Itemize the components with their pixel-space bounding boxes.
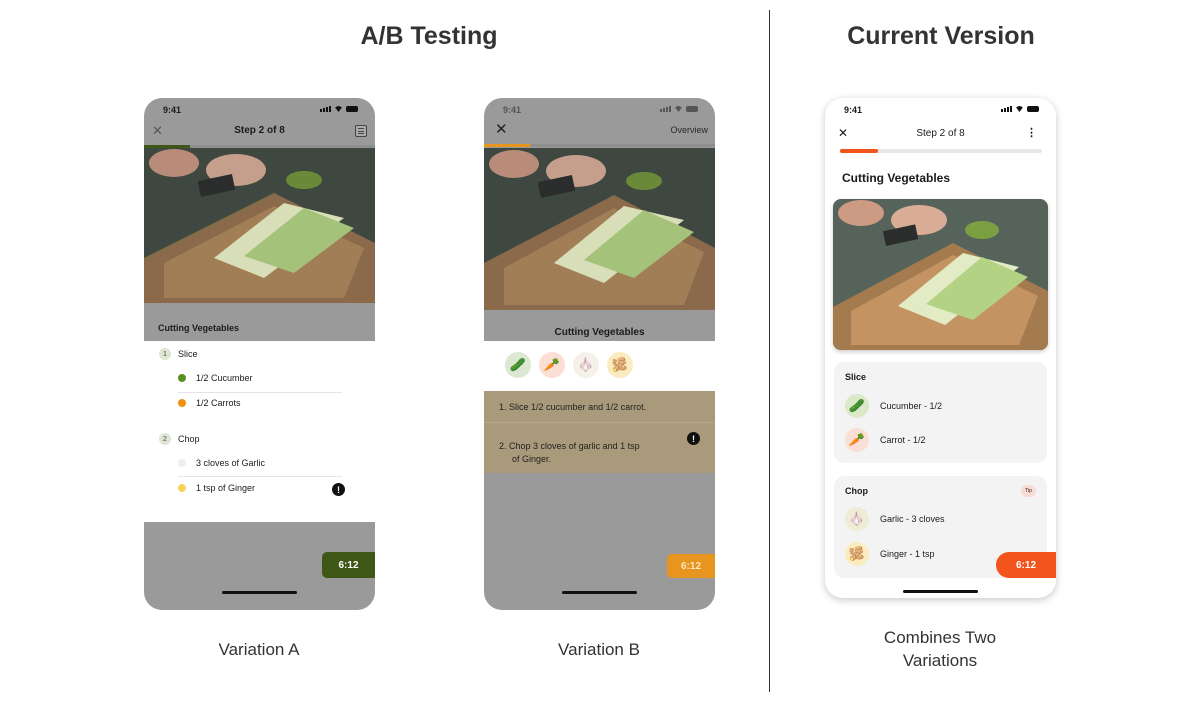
timer-button[interactable]: 6:12 <box>322 552 375 578</box>
timer-button[interactable]: 6:12 <box>667 554 715 578</box>
instruction-number: 2. <box>499 441 507 451</box>
status-bar: 9:41 <box>484 98 715 120</box>
wifi-icon <box>1015 106 1024 112</box>
carrot-icon[interactable]: 🥕 <box>539 352 565 378</box>
close-icon[interactable]: ✕ <box>495 120 508 138</box>
variation-b-phone: 9:41 ✕ Overview Cutting Vegetables 🥒 🥕 🧄 <box>484 98 715 610</box>
status-time: 9:41 <box>844 105 863 115</box>
garlic-icon: 🧄 <box>845 507 869 531</box>
progress-fill <box>484 144 531 147</box>
tip-alert-icon[interactable]: ! <box>687 432 700 445</box>
battery-icon <box>346 106 358 112</box>
item-label: Cucumber - 1/2 <box>880 401 943 411</box>
ingredient-strip: 🥒 🥕 🧄 🫚 <box>484 341 715 391</box>
overview-link[interactable]: Overview <box>670 125 708 135</box>
ab-testing-heading: A/B Testing <box>360 22 498 50</box>
item-divider <box>178 392 342 393</box>
signal-icon <box>660 106 671 112</box>
instruction-1[interactable]: 1. Slice 1/2 cucumber and 1/2 carrot. <box>499 402 646 412</box>
list-item[interactable]: 🥕 Carrot - 1/2 <box>845 428 926 452</box>
item-label: Ginger - 1 tsp <box>880 549 935 559</box>
instruction-divider <box>484 422 715 423</box>
current-caption-line1: Combines Two <box>883 628 997 647</box>
timer-button[interactable]: 6:12 <box>996 552 1056 578</box>
cucumber-icon[interactable]: 🥒 <box>505 352 531 378</box>
tip-alert-icon[interactable]: ! <box>332 483 345 496</box>
ginger-icon: 🫚 <box>845 542 869 566</box>
step-number: 2 <box>159 433 171 445</box>
step-label: Slice <box>178 349 198 359</box>
list-item[interactable]: 1/2 Carrots <box>178 398 241 408</box>
card-title: Slice <box>845 372 867 382</box>
progress-track <box>484 144 715 147</box>
home-indicator <box>562 591 637 594</box>
cutting-vegetables-photo <box>484 148 715 310</box>
signal-icon <box>320 106 331 112</box>
list-view-icon[interactable] <box>355 125 367 137</box>
cutting-vegetables-photo <box>144 148 375 303</box>
home-indicator <box>222 591 297 594</box>
ginger-icon[interactable]: 🫚 <box>607 352 633 378</box>
cucumber-dot <box>178 374 186 382</box>
carrot-dot <box>178 399 186 407</box>
wifi-icon <box>334 106 343 112</box>
list-item[interactable]: 🧄 Garlic - 3 cloves <box>845 507 945 531</box>
step-title: Step 2 of 8 <box>916 128 965 139</box>
status-bar: 9:41 <box>825 98 1056 120</box>
signal-icon <box>1001 106 1012 112</box>
tip-badge[interactable]: Tip <box>1021 485 1036 497</box>
step-title: Step 2 of 8 <box>234 125 285 136</box>
list-item[interactable]: 3 cloves of Garlic <box>178 458 265 468</box>
step-slice: 1 Slice <box>159 348 198 360</box>
cucumber-icon: 🥒 <box>845 394 869 418</box>
current-caption-line2: Variations <box>902 651 978 670</box>
card-title: Chop <box>845 486 868 496</box>
list-item[interactable]: 1 tsp of Ginger <box>178 483 255 493</box>
section-title: Cutting Vegetables <box>158 323 240 333</box>
battery-icon <box>686 106 698 112</box>
list-item[interactable]: 🥒 Cucumber - 1/2 <box>845 394 942 418</box>
section-divider <box>769 10 770 692</box>
instruction-text-line2: of Ginger. <box>512 454 552 464</box>
section-title: Cutting Vegetables <box>554 327 645 338</box>
item-label: Garlic - 3 cloves <box>880 514 945 524</box>
instruction-text: Chop 3 cloves of garlic and 1 tsp <box>509 441 640 451</box>
slice-card: Slice 🥒 Cucumber - 1/2 🥕 Carrot - 1/2 <box>834 362 1047 463</box>
item-label: 1/2 Carrots <box>196 398 241 408</box>
item-label: 1/2 Cucumber <box>196 373 253 383</box>
item-label: Carrot - 1/2 <box>880 435 926 445</box>
instruction-panel: 1. Slice 1/2 cucumber and 1/2 carrot. 2.… <box>484 391 715 473</box>
progress-fill <box>840 149 879 153</box>
carrot-icon: 🥕 <box>845 428 869 452</box>
variation-a-phone: 9:41 ✕ Step 2 of 8 Cutting Vegetables 1 … <box>144 98 375 610</box>
step-label: Chop <box>178 434 200 444</box>
current-version-heading: Current Version <box>847 22 1035 50</box>
cutting-vegetables-photo <box>833 199 1048 350</box>
more-options-icon[interactable]: ⋮ <box>1026 126 1037 139</box>
step-chop: 2 Chop <box>159 433 200 445</box>
garlic-icon[interactable]: 🧄 <box>573 352 599 378</box>
home-indicator <box>903 590 978 593</box>
ingredient-list-panel: 1 Slice 1/2 Cucumber 1/2 Carrots 2 Chop … <box>144 341 375 522</box>
instruction-number: 1. <box>499 402 507 412</box>
status-time: 9:41 <box>163 105 182 115</box>
status-time: 9:41 <box>503 105 522 115</box>
list-item[interactable]: 1/2 Cucumber <box>178 373 253 383</box>
wifi-icon <box>674 106 683 112</box>
variation-b-caption: Variation B <box>558 640 640 659</box>
section-title: Cutting Vegetables <box>842 171 951 185</box>
garlic-dot <box>178 459 186 467</box>
instruction-text: Slice 1/2 cucumber and 1/2 carrot. <box>509 402 647 412</box>
status-bar: 9:41 <box>144 98 375 120</box>
variation-a-caption: Variation A <box>218 640 300 659</box>
battery-icon <box>1027 106 1039 112</box>
ginger-dot <box>178 484 186 492</box>
current-version-phone: 9:41 ✕ Step 2 of 8 ⋮ Cutting Vegetables … <box>825 98 1056 598</box>
step-number: 1 <box>159 348 171 360</box>
progress-track <box>840 149 1042 153</box>
list-item[interactable]: 🫚 Ginger - 1 tsp <box>845 542 935 566</box>
item-label: 3 cloves of Garlic <box>196 458 266 468</box>
item-divider <box>178 476 342 477</box>
item-label: 1 tsp of Ginger <box>196 483 256 493</box>
